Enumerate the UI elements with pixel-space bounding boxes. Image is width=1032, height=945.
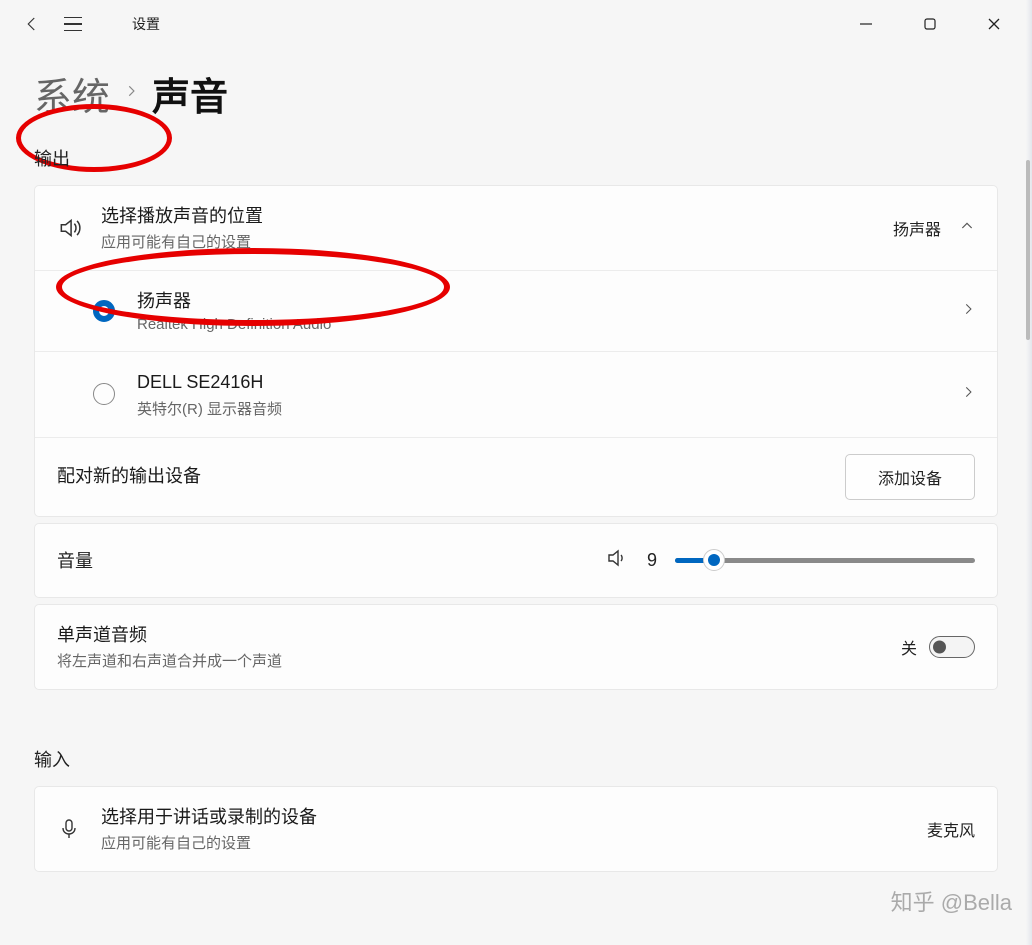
back-button[interactable] [20,12,44,36]
maximize-button[interactable] [912,6,948,42]
breadcrumb-system[interactable]: 系统 [34,66,110,121]
input-select-title: 选择用于讲话或录制的设备 [101,805,927,830]
current-output-device: 扬声器 [893,216,941,240]
pair-new-device-row: 配对新的输出设备 添加设备 [35,437,997,516]
breadcrumb-current: 声音 [152,66,228,121]
output-select-subtitle: 应用可能有自己的设置 [101,231,893,252]
output-select-title: 选择播放声音的位置 [101,204,893,229]
chevron-right-icon [124,80,138,108]
watermark: 知乎 @Bella [891,885,1012,917]
pair-new-label: 配对新的输出设备 [57,464,201,489]
mono-title: 单声道音频 [57,623,901,648]
output-device-card: 选择播放声音的位置 应用可能有自己的设置 扬声器 扬声器 Realtek Hig… [34,185,998,517]
chevron-right-icon [961,302,975,321]
slider-thumb[interactable] [703,549,725,571]
output-section-title: 输出 [34,145,998,171]
app-title: 设置 [132,14,160,34]
mono-toggle[interactable] [929,636,975,658]
input-select-subtitle: 应用可能有自己的设置 [101,832,927,853]
add-device-button[interactable]: 添加设备 [845,454,975,500]
radio-selected[interactable] [93,300,115,322]
minimize-button[interactable] [848,6,884,42]
volume-value: 9 [647,550,657,571]
mono-subtitle: 将左声道和右声道合并成一个声道 [57,650,901,671]
titlebar: 设置 [0,0,1032,48]
mono-state-label: 关 [901,635,917,659]
radio-unselected[interactable] [93,383,115,405]
output-device-header[interactable]: 选择播放声音的位置 应用可能有自己的设置 扬声器 [35,186,997,270]
input-section-title: 输入 [34,746,998,772]
volume-label: 音量 [57,547,93,573]
volume-slider[interactable] [675,558,975,563]
device-name: DELL SE2416H [137,370,961,395]
mono-audio-card: 单声道音频 将左声道和右声道合并成一个声道 关 [34,604,998,690]
device-desc: 英特尔(R) 显示器音频 [137,398,961,419]
volume-card: 音量 9 [34,523,998,598]
close-button[interactable] [976,6,1012,42]
input-device-header[interactable]: 选择用于讲话或录制的设备 应用可能有自己的设置 麦克风 [35,787,997,871]
chevron-up-icon [959,218,975,239]
speaker-icon [57,215,101,241]
breadcrumb: 系统 声音 [0,48,1032,145]
microphone-icon [57,817,101,841]
device-name: 扬声器 [137,289,961,314]
hamburger-menu[interactable] [64,12,88,36]
output-device-option-dell[interactable]: DELL SE2416H 英特尔(R) 显示器音频 [35,351,997,436]
input-device-card: 选择用于讲话或录制的设备 应用可能有自己的设置 麦克风 [34,786,998,872]
chevron-right-icon [961,385,975,404]
output-device-option-speaker[interactable]: 扬声器 Realtek High Definition Audio [35,270,997,351]
volume-icon[interactable] [605,546,629,575]
current-input-device: 麦克风 [927,817,975,841]
device-desc: Realtek High Definition Audio [137,316,961,333]
